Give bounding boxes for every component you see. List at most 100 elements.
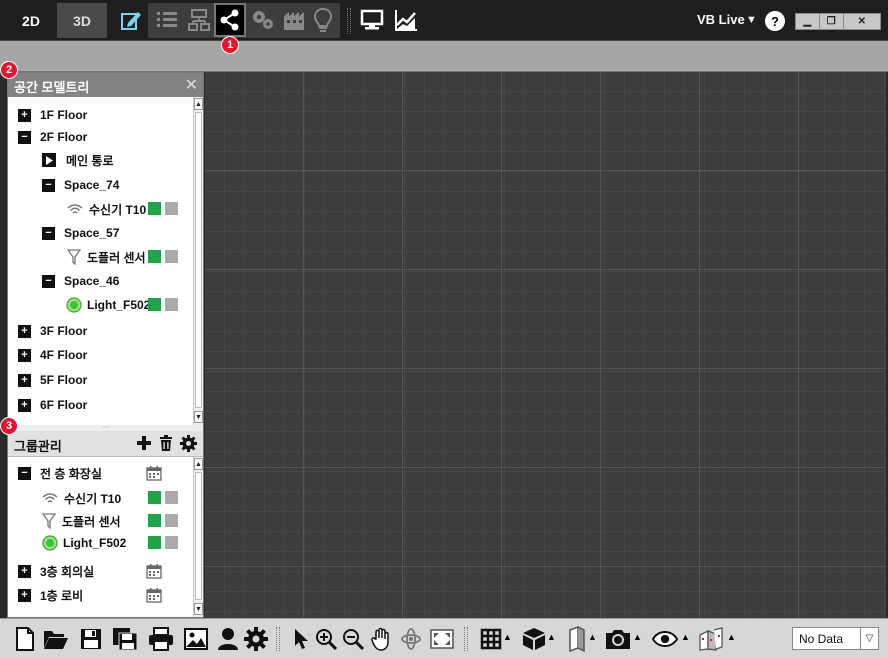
tree-item[interactable]: +6F Floor <box>18 394 87 416</box>
collapse-icon[interactable]: − <box>18 466 31 480</box>
tree-item[interactable]: +3F Floor <box>18 320 87 342</box>
grid-dropdown-icon[interactable]: ▲ <box>503 632 512 642</box>
lightbulb-icon[interactable] <box>309 5 337 35</box>
list-icon[interactable] <box>153 5 181 35</box>
status-off-indicator[interactable] <box>165 514 178 527</box>
network-icon[interactable] <box>185 5 213 35</box>
monitor-icon[interactable] <box>358 5 386 35</box>
scroll-up-icon[interactable]: ▲ <box>194 458 203 470</box>
close-window-icon[interactable]: ✕ <box>844 14 880 29</box>
chevron-down-icon[interactable]: ▽ <box>860 628 878 649</box>
tree-item[interactable]: 메인 통로 <box>42 149 114 171</box>
rotate-icon[interactable] <box>398 625 424 653</box>
collapse-icon[interactable]: − <box>42 178 55 192</box>
save-all-icon[interactable] <box>112 625 138 653</box>
zoom-out-icon[interactable] <box>340 625 366 653</box>
calendar-icon[interactable] <box>146 587 162 603</box>
zoom-in-icon[interactable] <box>313 625 339 653</box>
tab-3d[interactable]: 3D <box>57 3 107 38</box>
add-icon[interactable] <box>136 435 152 451</box>
user-icon[interactable] <box>215 625 241 653</box>
status-on-indicator[interactable] <box>148 491 161 504</box>
print-icon[interactable] <box>148 625 174 653</box>
tree-item[interactable]: −2F Floor <box>18 126 87 148</box>
calendar-icon[interactable] <box>146 563 162 579</box>
expand-icon[interactable]: + <box>18 324 31 338</box>
tab-2d[interactable]: 2D <box>6 3 56 38</box>
gears-icon[interactable] <box>249 5 277 35</box>
help-button[interactable]: ? <box>765 11 785 31</box>
grid-icon[interactable] <box>478 625 504 653</box>
tree-item[interactable]: − Space_46 <box>42 270 119 292</box>
status-on-indicator[interactable] <box>148 536 161 549</box>
tree-item[interactable]: 도플러 센서 <box>67 246 146 268</box>
eye-icon[interactable] <box>652 625 678 653</box>
group-item[interactable]: Light_F502 <box>42 532 126 554</box>
status-off-indicator[interactable] <box>165 536 178 549</box>
building-icon[interactable] <box>698 625 724 653</box>
scroll-thumb[interactable] <box>195 112 202 408</box>
calendar-icon[interactable] <box>146 465 162 481</box>
group-item[interactable]: − 전 층 화장실 <box>18 462 102 484</box>
status-off-indicator[interactable] <box>165 202 178 215</box>
expand-icon[interactable]: + <box>18 108 31 122</box>
status-on-indicator[interactable] <box>148 250 161 263</box>
mode-label[interactable]: VB Live <box>697 12 745 27</box>
tree-item[interactable]: − Space_74 <box>42 174 119 196</box>
status-on-indicator[interactable] <box>148 514 161 527</box>
scroll-thumb[interactable] <box>195 472 202 600</box>
status-off-indicator[interactable] <box>165 491 178 504</box>
status-off-indicator[interactable] <box>165 250 178 263</box>
tree-item[interactable]: +1F Floor <box>18 104 87 126</box>
status-off-indicator[interactable] <box>165 298 178 311</box>
expand-icon[interactable]: + <box>18 348 31 362</box>
tree-item[interactable]: − Space_57 <box>42 222 119 244</box>
group-scrollbar[interactable]: ▲ ▼ <box>193 457 203 617</box>
open-folder-icon[interactable] <box>43 625 69 653</box>
tree-item[interactable]: 수신기 T10 <box>67 198 146 220</box>
collapse-icon[interactable]: − <box>42 274 55 288</box>
tree-item[interactable]: +5F Floor <box>18 369 87 391</box>
status-on-indicator[interactable] <box>148 298 161 311</box>
status-on-indicator[interactable] <box>148 202 161 215</box>
cube-icon[interactable] <box>521 625 547 653</box>
expand-icon[interactable]: + <box>18 588 31 602</box>
scroll-up-icon[interactable]: ▲ <box>194 98 203 110</box>
factory-icon[interactable] <box>280 5 308 35</box>
pan-hand-icon[interactable] <box>369 625 395 653</box>
pointer-icon[interactable] <box>288 625 314 653</box>
scroll-down-icon[interactable]: ▼ <box>194 411 203 423</box>
fit-screen-icon[interactable] <box>429 625 455 653</box>
collapse-icon[interactable]: − <box>42 226 55 240</box>
eye-dropdown-icon[interactable]: ▲ <box>681 632 690 642</box>
wall-icon[interactable] <box>564 625 590 653</box>
edit-icon[interactable] <box>117 5 145 35</box>
mode-dropdown-icon[interactable]: ▼ <box>746 14 757 26</box>
group-item[interactable]: +3층 회의실 <box>18 560 94 582</box>
chart-icon[interactable] <box>392 5 420 35</box>
delete-icon[interactable] <box>158 435 174 451</box>
tree-scrollbar[interactable]: ▲ ▼ <box>193 97 203 425</box>
map-canvas[interactable] <box>205 72 886 618</box>
save-icon[interactable] <box>78 625 104 653</box>
share-icon[interactable] <box>214 3 246 37</box>
settings-icon[interactable] <box>243 625 269 653</box>
expand-icon[interactable]: + <box>18 373 31 387</box>
image-icon[interactable] <box>183 625 209 653</box>
close-icon[interactable]: ✕ <box>185 75 198 95</box>
minimize-icon[interactable]: ▁ <box>796 14 820 29</box>
restore-icon[interactable]: ❐ <box>820 14 844 29</box>
expand-icon[interactable]: + <box>18 398 31 412</box>
scroll-down-icon[interactable]: ▼ <box>194 603 203 615</box>
new-file-icon[interactable] <box>12 625 38 653</box>
settings-icon[interactable] <box>180 435 197 452</box>
expand-icon[interactable]: + <box>18 564 31 578</box>
cube-dropdown-icon[interactable]: ▲ <box>547 632 556 642</box>
building-dropdown-icon[interactable]: ▲ <box>727 632 736 642</box>
data-select[interactable]: No Data ▽ <box>792 627 879 650</box>
camera-icon[interactable] <box>605 625 631 653</box>
group-item[interactable]: 수신기 T10 <box>42 487 121 509</box>
collapse-icon[interactable]: − <box>18 130 31 144</box>
camera-dropdown-icon[interactable]: ▲ <box>633 632 642 642</box>
tree-item[interactable]: Light_F502 <box>66 294 150 316</box>
